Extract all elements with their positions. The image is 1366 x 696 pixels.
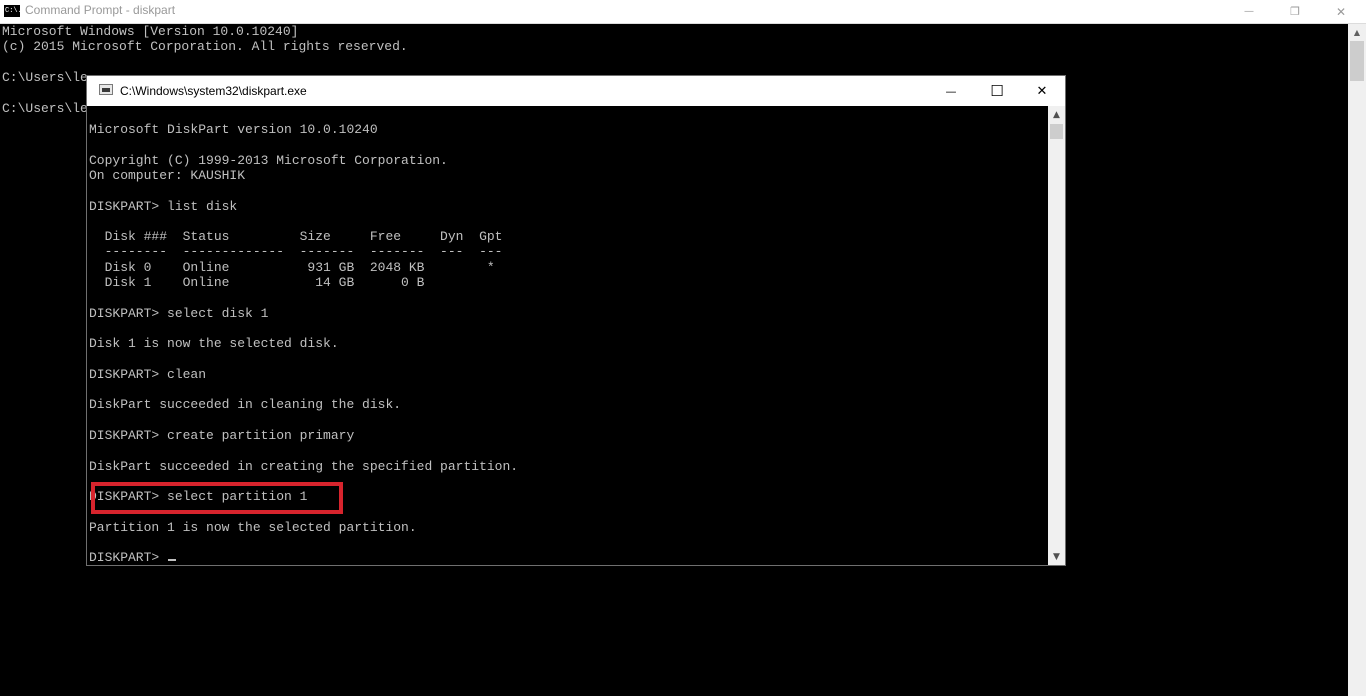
diskpart-close-button[interactable]: ✕ <box>1019 76 1065 106</box>
console-line: DiskPart succeeded in creating the speci… <box>89 458 519 474</box>
outer-window-title: Command Prompt - diskpart <box>25 3 176 17</box>
outer-title-bar[interactable]: C:\. Command Prompt - diskpart — ❐ ✕ <box>0 0 1366 24</box>
close-icon: ✕ <box>1335 4 1347 19</box>
disk-table-separator: -------- ------------- ------- ------- -… <box>89 244 503 260</box>
console-line: (c) 2015 Microsoft Corporation. All righ… <box>2 39 408 55</box>
annotation-highlight-box <box>91 482 343 514</box>
cmd-app-icon: C:\. <box>4 5 22 17</box>
close-icon: ✕ <box>1036 83 1048 99</box>
console-line: DISKPART> create partition primary <box>89 428 355 443</box>
diskpart-window-title: C:\Windows\system32\diskpart.exe <box>120 84 307 98</box>
minimize-icon: — <box>945 84 957 98</box>
diskpart-title-bar[interactable]: C:\Windows\system32\diskpart.exe — ☐ ✕ <box>87 76 1065 106</box>
console-line: Microsoft DiskPart version 10.0.10240 <box>89 122 378 137</box>
diskpart-scroll-thumb[interactable] <box>1050 124 1063 139</box>
console-line: Partition 1 is now the selected partitio… <box>89 519 417 535</box>
outer-restore-button[interactable]: ❐ <box>1272 0 1318 23</box>
console-line: On computer: KAUSHIK <box>89 167 246 183</box>
outer-minimize-button[interactable]: — <box>1226 0 1272 23</box>
outer-scroll-thumb[interactable] <box>1350 41 1364 81</box>
console-line: Copyright (C) 1999-2013 Microsoft Corpor… <box>89 152 448 168</box>
console-line: DISKPART> list disk <box>89 198 238 214</box>
outer-vertical-scrollbar[interactable]: ▲ <box>1348 24 1366 696</box>
console-line: C:\Users\le <box>2 69 88 85</box>
diskpart-vertical-scrollbar[interactable]: ▲ ▼ <box>1048 106 1065 565</box>
console-line: DISKPART> select disk 1 <box>89 305 269 321</box>
restore-icon: ❐ <box>1290 5 1300 18</box>
console-line: DiskPart succeeded in cleaning the disk. <box>89 397 402 413</box>
text-cursor <box>168 559 177 562</box>
disk-table-header: Disk ### Status Size Free Dyn Gpt <box>89 229 503 245</box>
scroll-up-arrow-icon[interactable]: ▲ <box>1048 106 1065 123</box>
minimize-icon: — <box>1244 6 1254 17</box>
scroll-down-arrow-icon[interactable]: ▼ <box>1048 548 1065 565</box>
console-line: DISKPART> clean <box>89 366 207 382</box>
diskpart-minimize-button[interactable]: — <box>928 76 974 106</box>
console-app-icon <box>99 84 113 95</box>
console-line: C:\Users\le <box>2 100 88 116</box>
maximize-icon: ☐ <box>990 82 1004 100</box>
console-line: Microsoft Windows [Version 10.0.10240] <box>2 24 299 39</box>
prompt-text: DISKPART> <box>89 550 168 566</box>
console-line: Disk 1 is now the selected disk. <box>89 336 339 352</box>
disk-table-row: Disk 1 Online 14 GB 0 B <box>89 275 425 290</box>
disk-table-row: Disk 0 Online 931 GB 2048 KB * <box>89 259 495 275</box>
diskpart-maximize-button[interactable]: ☐ <box>974 76 1020 106</box>
scroll-up-arrow-icon[interactable]: ▲ <box>1348 24 1366 40</box>
outer-close-button[interactable]: ✕ <box>1318 0 1364 23</box>
prompt-line[interactable]: DISKPART> <box>89 550 177 566</box>
